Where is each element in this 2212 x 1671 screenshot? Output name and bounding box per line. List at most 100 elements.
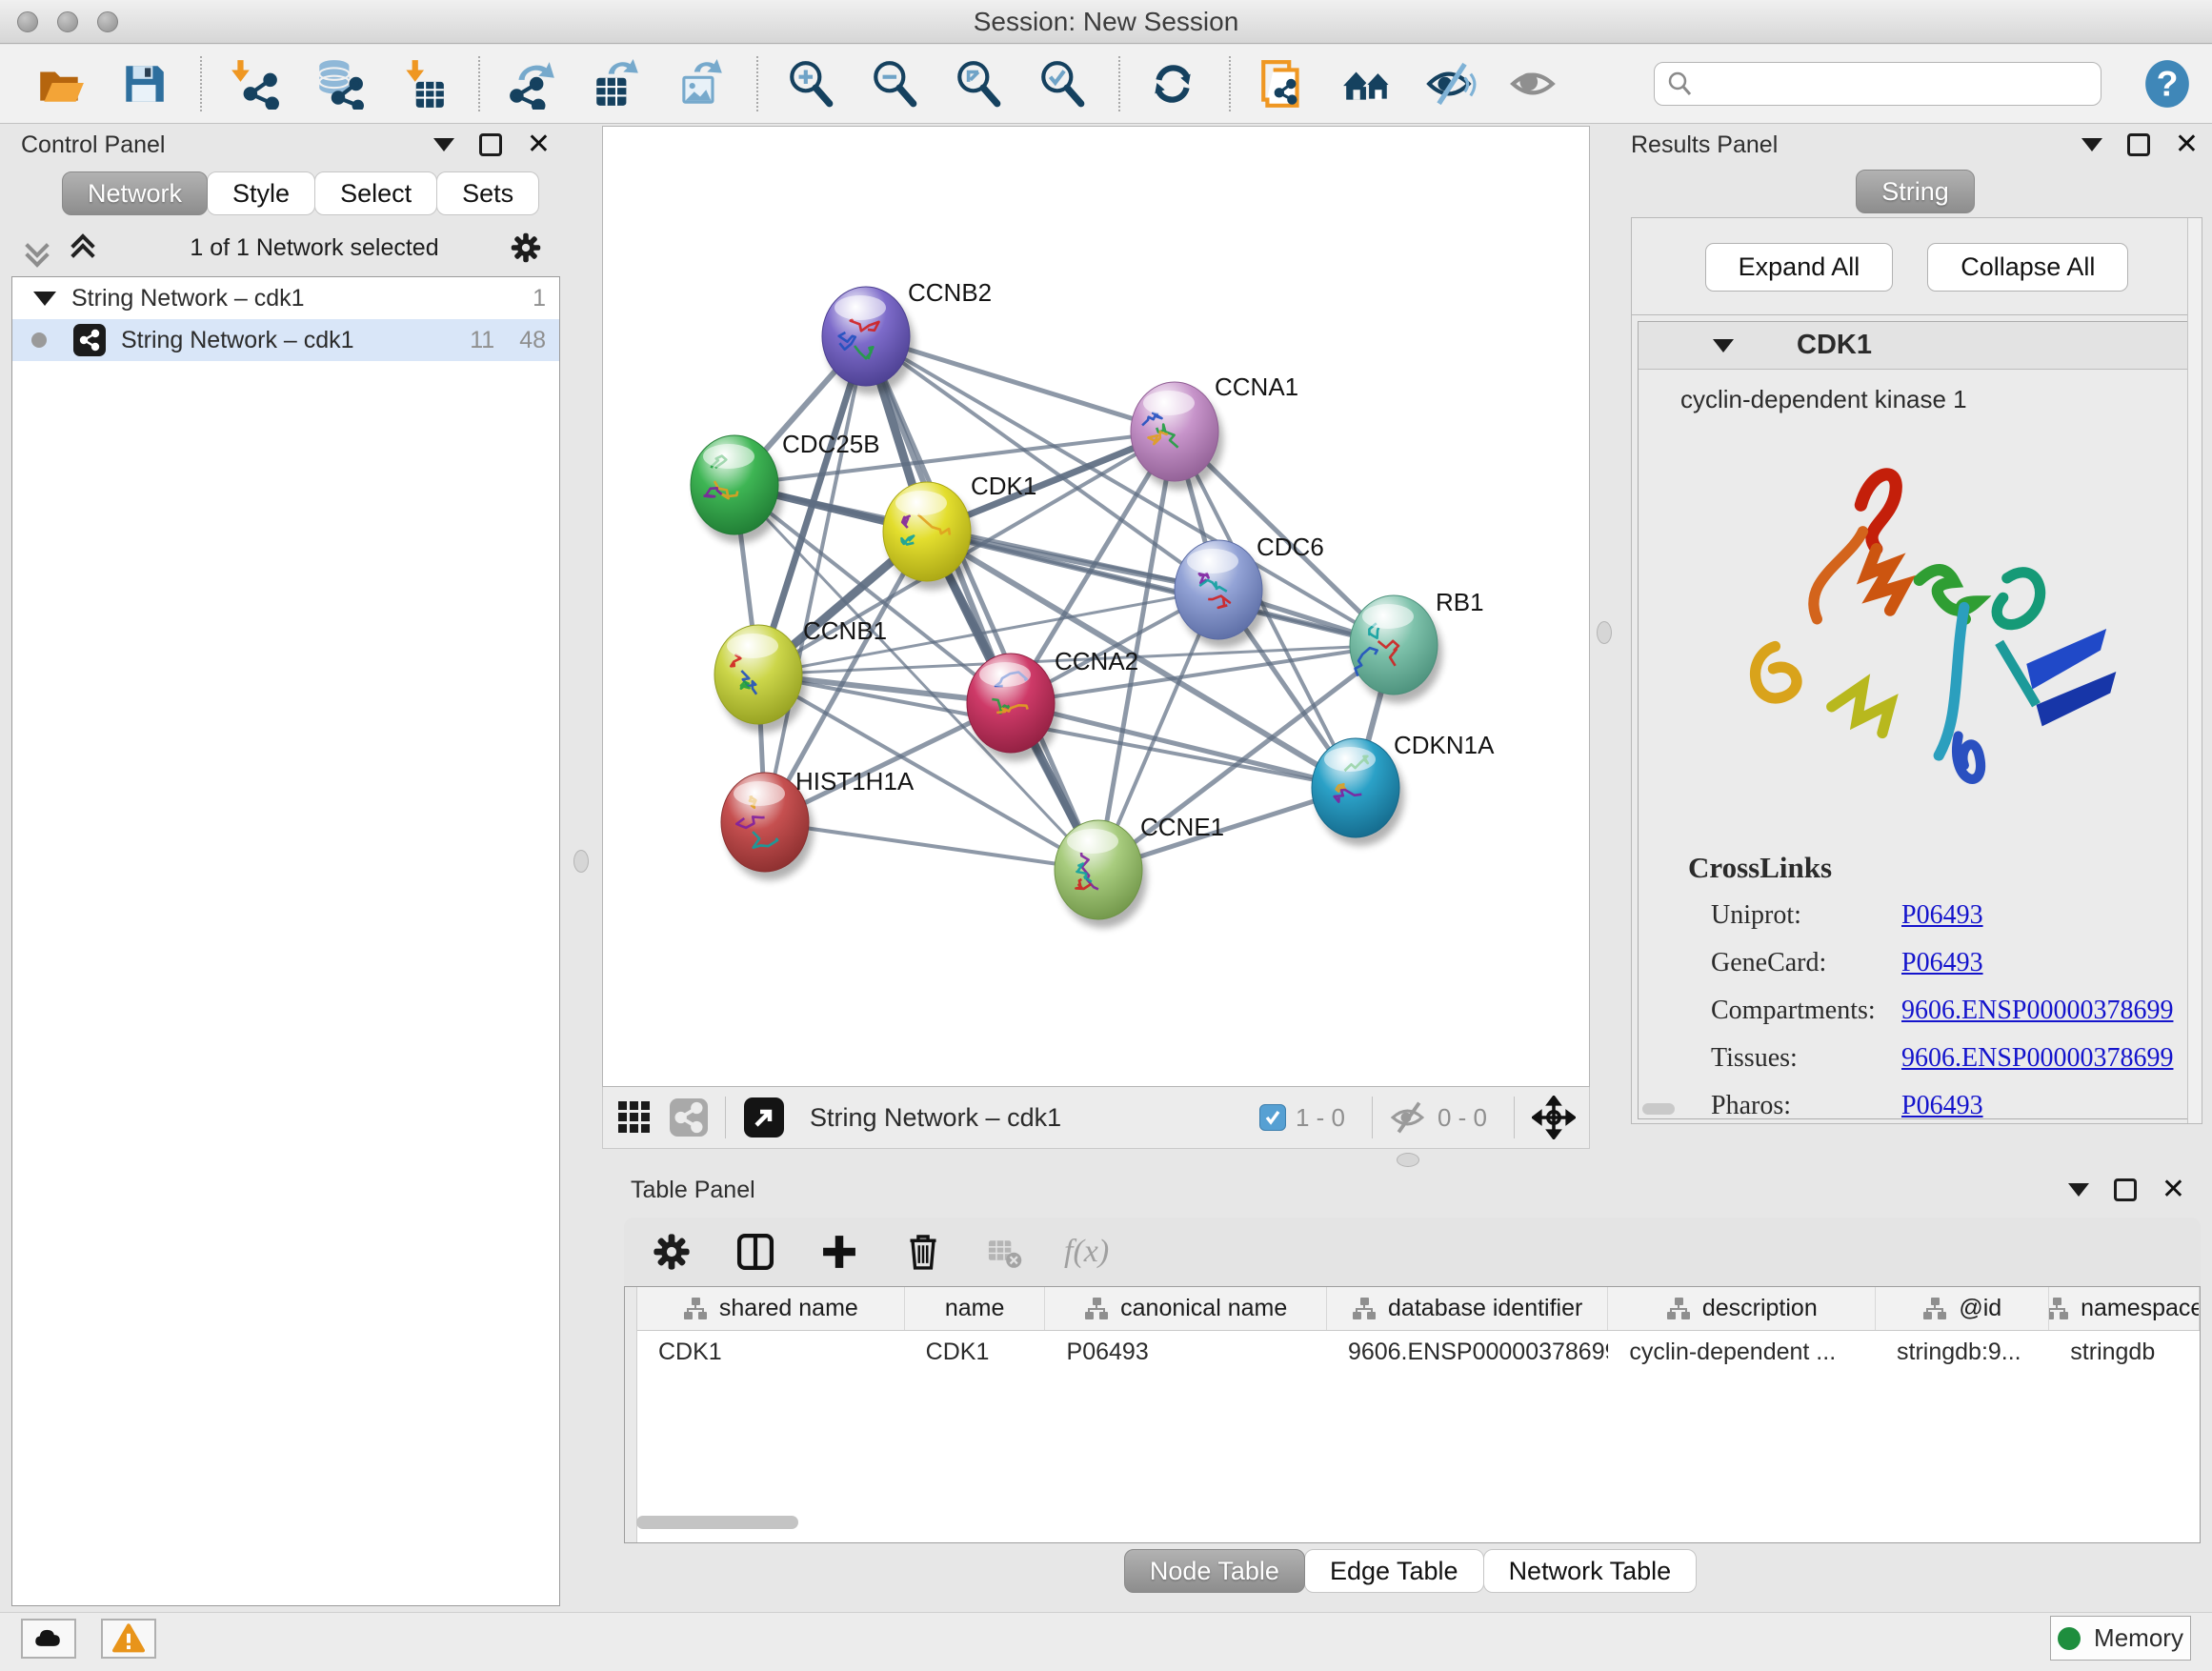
table-row[interactable]: CDK1CDK1P064939606.ENSP00000378699cyclin… — [637, 1331, 2200, 1373]
help-icon[interactable]: ? — [2142, 58, 2193, 110]
birdseye-grid-icon[interactable] — [616, 1099, 653, 1136]
left-splitter-handle[interactable] — [573, 850, 589, 873]
cloud-button[interactable] — [21, 1619, 76, 1659]
delete-table-icon[interactable] — [986, 1234, 1022, 1270]
select-columns-icon[interactable] — [734, 1231, 776, 1273]
section-collapse-icon[interactable] — [1713, 339, 1734, 352]
export-network-icon[interactable] — [505, 56, 560, 111]
collapse-all-button[interactable]: Collapse All — [1927, 243, 2128, 292]
search-input[interactable] — [1700, 65, 2089, 103]
expand-all-icon[interactable] — [74, 237, 99, 258]
network-edge[interactable] — [765, 822, 1098, 870]
pan-crosshair-icon[interactable] — [1532, 1096, 1576, 1139]
network-tree-root-row[interactable]: String Network – cdk1 1 — [12, 277, 559, 319]
collapse-all-icon[interactable] — [29, 237, 53, 258]
tab-network[interactable]: Network — [62, 171, 208, 215]
houses-icon[interactable] — [1339, 56, 1395, 111]
gear-icon[interactable] — [509, 231, 543, 265]
hidden-eye-icon[interactable] — [1390, 1098, 1428, 1137]
network-node-ccne1[interactable] — [1055, 820, 1147, 928]
panel-float-icon[interactable] — [2127, 133, 2150, 156]
shared-column-icon — [1352, 1297, 1377, 1321]
export-image-icon[interactable] — [673, 56, 728, 111]
network-node-ccna1[interactable] — [1131, 382, 1223, 490]
table-gear-icon[interactable] — [651, 1231, 693, 1273]
network-node-cdc25b[interactable] — [691, 435, 783, 543]
zoom-in-icon[interactable] — [783, 56, 838, 111]
delete-column-icon[interactable] — [902, 1231, 944, 1273]
panel-close-icon[interactable]: ✕ — [2175, 133, 2199, 156]
panel-close-icon[interactable]: ✕ — [527, 133, 551, 156]
network-node-cdkn1a[interactable] — [1312, 738, 1404, 846]
node-section-header[interactable]: CDK1 — [1639, 322, 2195, 370]
table-hscroll-thumb[interactable] — [636, 1516, 798, 1529]
view-share-icon[interactable] — [670, 1098, 708, 1137]
search-box[interactable] — [1654, 62, 2101, 106]
zoom-fit-icon[interactable] — [951, 56, 1006, 111]
open-session-icon[interactable] — [32, 56, 88, 111]
save-session-icon[interactable] — [116, 56, 171, 111]
zoom-out-icon[interactable] — [867, 56, 922, 111]
network-edge[interactable] — [765, 336, 866, 822]
memory-button[interactable]: Memory — [2050, 1616, 2191, 1661]
tab-node-table[interactable]: Node Table — [1124, 1549, 1305, 1593]
column-header-description[interactable]: description — [1608, 1287, 1876, 1330]
network-node-cdc6[interactable] — [1175, 540, 1267, 648]
network-node-rb1[interactable] — [1350, 595, 1442, 703]
crosslink-link[interactable]: 9606.ENSP00000378699 — [1901, 996, 2173, 1026]
results-panel: Results Panel ✕ String Expand All Collap… — [1619, 126, 2212, 1151]
column-header-shared-name[interactable]: shared name — [637, 1287, 905, 1330]
tab-sets[interactable]: Sets — [436, 171, 539, 215]
column-header-namespace[interactable]: namespace — [2049, 1287, 2200, 1330]
tab-style[interactable]: Style — [207, 171, 315, 215]
expand-all-button[interactable]: Expand All — [1705, 243, 1894, 292]
crosslink-link[interactable]: P06493 — [1901, 948, 1983, 978]
column-header-name[interactable]: name — [905, 1287, 1046, 1330]
results-scrollbar-track[interactable] — [2187, 218, 2202, 1123]
crosslink-link[interactable]: P06493 — [1901, 1091, 1983, 1121]
crosslink-link[interactable]: 9606.ENSP00000378699 — [1901, 1043, 2173, 1074]
zoom-selected-icon[interactable] — [1035, 56, 1090, 111]
refresh-icon[interactable] — [1145, 56, 1200, 111]
tab-string[interactable]: String — [1856, 170, 1975, 213]
show-all-eye-icon[interactable] — [1507, 56, 1562, 111]
network-node-cdk1[interactable] — [883, 482, 975, 590]
detach-view-icon[interactable] — [743, 1097, 785, 1138]
import-network-icon[interactable] — [227, 56, 282, 111]
panel-close-icon[interactable]: ✕ — [2162, 1178, 2185, 1201]
tree-collapse-icon[interactable] — [33, 292, 56, 306]
node-label-cdk1: CDK1 — [971, 472, 1036, 500]
hide-selected-eye-icon[interactable] — [1423, 56, 1478, 111]
tab-edge-table[interactable]: Edge Table — [1304, 1549, 1484, 1593]
section-hscroll-thumb[interactable] — [1642, 1103, 1675, 1115]
crosslink-row: GeneCard:P06493 — [1688, 948, 2202, 978]
panel-float-icon[interactable] — [479, 133, 502, 156]
panel-menu-icon[interactable] — [2081, 138, 2102, 151]
column-label: database identifier — [1388, 1295, 1582, 1322]
duplicate-network-icon[interactable] — [1256, 56, 1311, 111]
bottom-splitter-handle[interactable] — [1397, 1153, 1419, 1167]
selected-checkbox-icon[interactable] — [1259, 1104, 1286, 1131]
search-icon — [1666, 70, 1693, 97]
tab-select[interactable]: Select — [314, 171, 437, 215]
column-header-database-identifier[interactable]: database identifier — [1327, 1287, 1608, 1330]
function-builder-icon[interactable]: f(x) — [1064, 1234, 1109, 1270]
right-splitter-handle[interactable] — [1597, 621, 1612, 644]
panel-float-icon[interactable] — [2114, 1178, 2137, 1201]
warning-button[interactable] — [101, 1619, 156, 1659]
add-column-icon[interactable] — [818, 1231, 860, 1273]
network-canvas[interactable]: CCNB2CCNA1CDC25BCDK1CDC6RB1CCNB1CCNA2CDK… — [602, 126, 1590, 1087]
network-graph[interactable]: CCNB2CCNA1CDC25BCDK1CDC6RB1CCNB1CCNA2CDK… — [603, 127, 1589, 1086]
table-header-row: shared namenamecanonical name database id… — [637, 1287, 2200, 1331]
tab-network-table[interactable]: Network Table — [1483, 1549, 1698, 1593]
panel-menu-icon[interactable] — [2068, 1183, 2089, 1197]
export-table-icon[interactable] — [589, 56, 644, 111]
crosslink-link[interactable]: P06493 — [1901, 900, 1983, 931]
column-header-canonical-name[interactable]: canonical name — [1045, 1287, 1326, 1330]
import-database-icon[interactable] — [311, 56, 366, 111]
panel-menu-icon[interactable] — [433, 138, 454, 151]
column-header-@id[interactable]: @id — [1876, 1287, 2049, 1330]
network-node-ccnb2[interactable] — [822, 287, 915, 394]
import-table-icon[interactable] — [394, 56, 450, 111]
network-tree-child-row[interactable]: String Network – cdk1 11 48 — [12, 319, 559, 361]
